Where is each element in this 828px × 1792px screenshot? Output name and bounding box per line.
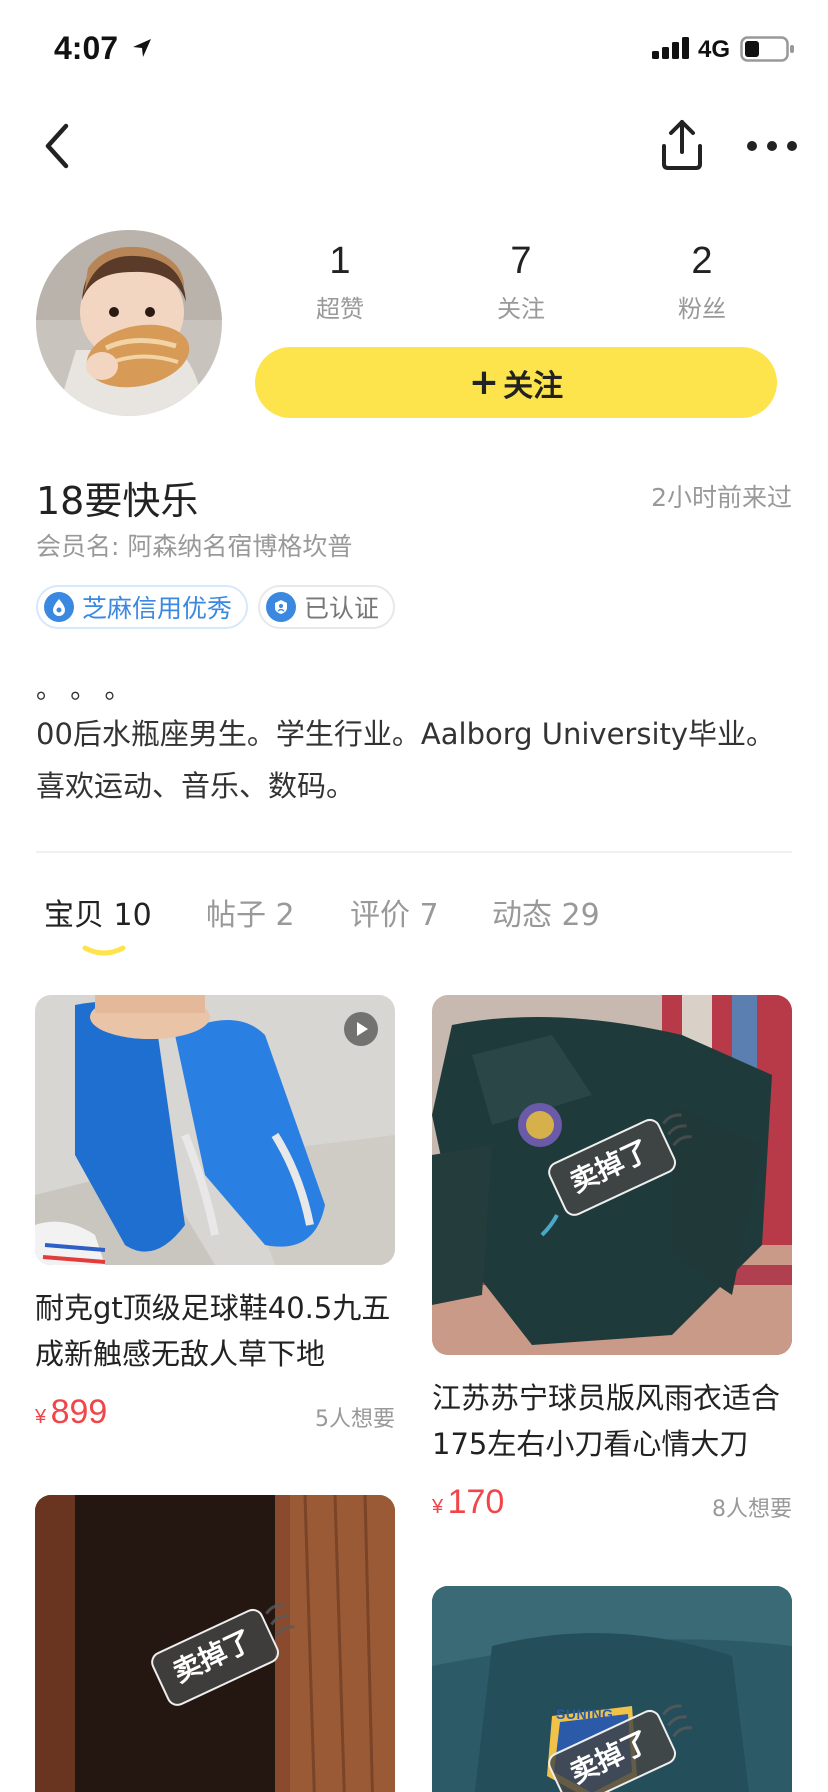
username: 18要快乐 bbox=[36, 479, 199, 523]
stat-likes[interactable]: 1 超赞 bbox=[250, 240, 430, 324]
avatar[interactable] bbox=[36, 230, 222, 416]
badges: 芝麻信用优秀 已认证 bbox=[36, 585, 396, 629]
location-arrow-icon bbox=[133, 39, 151, 57]
item-price: ¥ 170 bbox=[432, 1483, 504, 1522]
currency-symbol: ¥ bbox=[35, 1406, 47, 1428]
cellular-signal-icon bbox=[652, 37, 689, 59]
follow-label: 关注 bbox=[503, 368, 564, 404]
status-bar: 4:07 4G bbox=[0, 0, 828, 96]
item-image: SUNING 卖掉了 bbox=[432, 1586, 792, 1792]
stat-following[interactable]: 7 关注 bbox=[431, 240, 611, 324]
sesame-credit-icon bbox=[44, 592, 74, 622]
item-footer: ¥ 899 5人想要 bbox=[35, 1389, 395, 1445]
currency-symbol: ¥ bbox=[432, 1496, 444, 1518]
profile-stats: 1 超赞 7 关注 2 粉丝 bbox=[250, 240, 810, 330]
item-footer: ¥ 170 8人想要 bbox=[432, 1479, 792, 1535]
share-icon[interactable] bbox=[654, 114, 710, 174]
item-card[interactable]: 耐克gt顶级足球鞋40.5九五成新触感无敌人草下地 ¥ 899 5人想要 bbox=[35, 995, 395, 1445]
price-value: 170 bbox=[447, 1483, 505, 1521]
nav-bar bbox=[0, 96, 828, 196]
item-image: 卖掉了 bbox=[432, 995, 792, 1355]
item-price: ¥ 899 bbox=[35, 1393, 107, 1432]
bio-text: 00后水瓶座男生。学生行业。Aalborg University毕业。喜欢运动、… bbox=[36, 717, 776, 803]
item-title: 江苏苏宁球员版风雨衣适合175左右小刀看心情大刀 bbox=[432, 1381, 781, 1461]
item-card[interactable]: 卖掉了 bbox=[35, 1495, 395, 1792]
tab-items[interactable]: 宝贝 10 bbox=[44, 890, 152, 934]
avatar-image bbox=[36, 230, 222, 416]
tab-label: 宝贝 bbox=[44, 898, 104, 933]
stat-label: 粉丝 bbox=[678, 295, 726, 323]
verified-badge-label: 已认证 bbox=[304, 594, 380, 623]
follow-button[interactable]: + 关注 bbox=[255, 347, 777, 418]
last-seen: 2小时前来过 bbox=[651, 483, 792, 512]
credit-badge-label: 芝麻信用优秀 bbox=[82, 594, 233, 623]
want-count: 5人想要 bbox=[315, 1407, 395, 1432]
battery-icon bbox=[740, 36, 794, 62]
tab-activity[interactable]: 动态 29 bbox=[492, 890, 600, 934]
sold-stamp: 卖掉了 bbox=[537, 1696, 707, 1792]
tab-posts[interactable]: 帖子 2 bbox=[206, 890, 295, 934]
stat-followers[interactable]: 2 粉丝 bbox=[612, 240, 792, 324]
tab-count: 7 bbox=[419, 898, 439, 933]
item-card[interactable]: SUNING 卖掉了 bbox=[432, 1586, 792, 1792]
verified-badge[interactable]: 已认证 bbox=[258, 585, 396, 629]
stat-value: 1 bbox=[329, 240, 351, 282]
tab-count: 10 bbox=[113, 898, 152, 933]
tab-count: 29 bbox=[561, 898, 600, 933]
video-play-icon bbox=[344, 1012, 378, 1046]
more-icon[interactable] bbox=[742, 116, 802, 176]
stat-value: 7 bbox=[510, 240, 532, 282]
stat-label: 超赞 bbox=[316, 295, 364, 323]
want-count: 8人想要 bbox=[712, 1497, 792, 1522]
tab-label: 帖子 bbox=[206, 898, 266, 933]
tab-active-indicator bbox=[82, 945, 126, 956]
sold-stamp: 卖掉了 bbox=[537, 1105, 707, 1229]
item-image: 卖掉了 bbox=[35, 1495, 395, 1792]
bio-dots: 。 。 。 bbox=[36, 675, 131, 705]
item-image bbox=[35, 995, 395, 1265]
divider bbox=[36, 851, 792, 853]
stat-value: 2 bbox=[691, 240, 713, 282]
network-type: 4G bbox=[698, 36, 731, 63]
tab-label: 动态 bbox=[492, 898, 552, 933]
tab-label: 评价 bbox=[350, 898, 410, 933]
verified-shield-icon bbox=[266, 592, 297, 622]
member-name: 会员名: 阿森纳名宿博格坎普 bbox=[36, 532, 353, 561]
tab-count: 2 bbox=[275, 898, 295, 933]
plus-icon: + bbox=[468, 362, 500, 403]
back-icon[interactable] bbox=[36, 116, 86, 176]
item-card[interactable]: 卖掉了 江苏苏宁球员版风雨衣适合175左右小刀看心情大刀 ¥ 170 8人想要 bbox=[432, 995, 792, 1535]
stat-label: 关注 bbox=[497, 295, 545, 323]
item-title: 耐克gt顶级足球鞋40.5九五成新触感无敌人草下地 bbox=[35, 1291, 391, 1371]
status-time: 4:07 bbox=[54, 30, 119, 66]
credit-badge[interactable]: 芝麻信用优秀 bbox=[36, 585, 249, 629]
bio: 。 。 。 00后水瓶座男生。学生行业。Aalborg University毕业… bbox=[36, 672, 796, 812]
price-value: 899 bbox=[50, 1393, 108, 1431]
tab-reviews[interactable]: 评价 7 bbox=[350, 890, 439, 934]
sold-stamp: 卖掉了 bbox=[140, 1595, 310, 1719]
